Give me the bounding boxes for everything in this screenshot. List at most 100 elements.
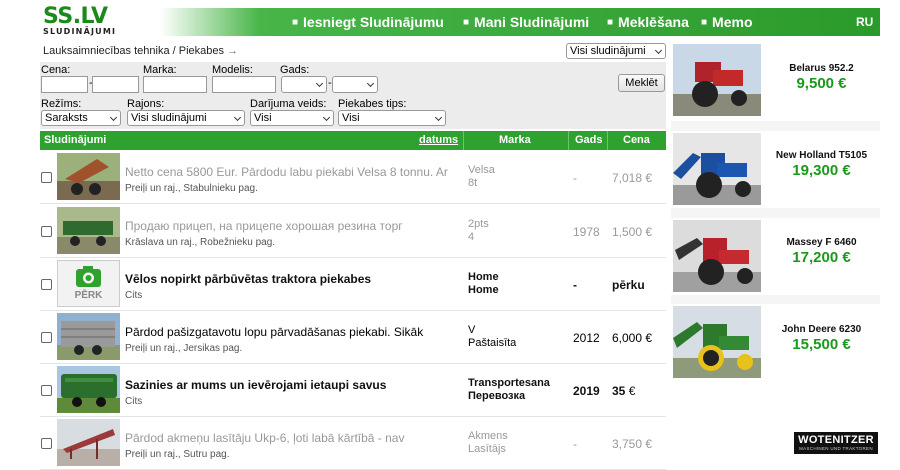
breadcrumb-path[interactable]: Lauksaimniecības tehnika / Piekabes — [43, 45, 224, 57]
listing-thumbnail[interactable] — [57, 366, 120, 413]
ad-title: Massey F 6460 — [786, 237, 857, 248]
no-photo-thumbnail[interactable]: PĒRK — [57, 260, 120, 307]
deal-type-select[interactable]: Visi — [250, 110, 334, 126]
row-checkbox[interactable] — [41, 385, 52, 396]
ad-tractor-image — [673, 220, 761, 292]
lang-switch-ru[interactable]: RU — [856, 15, 873, 29]
region-select[interactable]: Visi sludinājumi — [127, 110, 245, 126]
mode-select[interactable]: Saraksts — [41, 110, 121, 126]
model-line: Lasītājs — [468, 443, 506, 455]
listing-brand: V Paštaisīta — [468, 324, 516, 350]
listing-brand: 2pts 4 — [468, 218, 489, 244]
advertiser-logo[interactable]: WOTENITZER MASCHINEN UND TRAKTOREN — [794, 432, 878, 454]
price-min-input[interactable] — [41, 76, 88, 93]
listing-price: 7,018 € — [612, 171, 653, 185]
site-logo[interactable]: SS.LV SLUDINĀJUMI — [40, 4, 160, 36]
ad-tractor-2[interactable]: New Holland T5105 19,300 € — [671, 131, 880, 207]
logo-text: SS.LV — [43, 4, 108, 29]
price-max-input[interactable] — [92, 76, 139, 93]
model-line: 4 — [468, 231, 475, 243]
header-listings: Sludinājumi — [44, 134, 107, 146]
year-from-select[interactable] — [281, 76, 327, 93]
listing-price: 6,000 € — [612, 331, 653, 345]
search-button[interactable]: Meklēt — [618, 74, 665, 92]
listing-thumbnail[interactable] — [57, 313, 120, 360]
brand-input[interactable] — [143, 76, 207, 93]
listing-thumbnail[interactable] — [57, 153, 120, 200]
breadcrumb: Lauksaimniecības tehnika / Piekabes → — [43, 45, 238, 57]
advert-panel: ✕ i Belarus 952.2 9,500 € New Holland T5… — [671, 42, 880, 460]
row-checkbox[interactable] — [41, 332, 52, 343]
listing-title[interactable]: Pārdod pašizgatavotu lopu pārvadāšanas p… — [125, 325, 460, 339]
model-line: 8t — [468, 177, 478, 189]
listing-thumbnail[interactable] — [57, 419, 120, 466]
header-separator — [607, 131, 608, 150]
ad-tractor-1[interactable]: Belarus 952.2 9,500 € — [671, 42, 880, 118]
listing-price: pērku — [612, 278, 645, 292]
listing-price: 35 € — [612, 384, 635, 398]
model-line: Paštaisīta — [468, 337, 517, 349]
listing-brand: Home Home — [468, 271, 499, 297]
ad-tractor-image — [673, 306, 761, 378]
ad-price: 15,500 € — [792, 336, 851, 353]
listing-title[interactable]: Продаю прицеп, на прицепе хорошая резина… — [125, 219, 460, 233]
brand-line: V — [468, 324, 476, 336]
filter-panel: Cena: - Marka: Modelis: Gads: - Meklēt R… — [40, 62, 666, 129]
ad-tractor-image — [673, 44, 761, 116]
ad-price: 17,200 € — [792, 249, 851, 266]
listing-price: 3,750 € — [612, 437, 653, 451]
row-checkbox[interactable] — [41, 226, 52, 237]
listing-thumbnail[interactable] — [57, 207, 120, 254]
ad-tractor-4[interactable]: John Deere 6230 15,500 € — [671, 304, 880, 380]
table-row[interactable]: Pārdod pašizgatavotu lopu pārvadāšanas p… — [40, 311, 666, 364]
ad-tractor-3[interactable]: Massey F 6460 17,200 € — [671, 218, 880, 294]
listing-year: 2019 — [573, 384, 600, 398]
row-checkbox[interactable] — [41, 172, 52, 183]
breadcrumb-arrow-icon[interactable]: → — [227, 45, 238, 57]
listing-year: - — [573, 171, 577, 185]
listing-location: Preiļi un raj., Sutru pag. — [125, 449, 230, 460]
nav-submit-ad[interactable]: ■ Iesniegt Sludinājumu — [292, 14, 444, 30]
model-input[interactable] — [212, 76, 276, 93]
ad-price: 19,300 € — [792, 162, 851, 179]
sort-by-date-link[interactable]: datums — [419, 134, 458, 146]
price-value: 35 — [612, 384, 626, 398]
ad-title: Belarus 952.2 — [789, 63, 854, 74]
listing-title[interactable]: Vēlos nopirkt pārbūvētas traktora piekab… — [125, 272, 460, 286]
logo-subtitle: SLUDINĀJUMI — [43, 27, 117, 36]
mode-label: Režīms: — [41, 98, 82, 110]
site-header: SS.LV SLUDINĀJUMI ■ Iesniegt Sludinājumu … — [40, 4, 880, 36]
row-checkbox[interactable] — [41, 279, 52, 290]
view-filter-select[interactable]: Visi sludinājumi — [566, 43, 666, 59]
listing-brand: Transportesana Перевозка — [468, 377, 550, 403]
year-label: Gads: — [280, 64, 310, 76]
ad-price: 9,500 € — [796, 75, 847, 92]
row-checkbox[interactable] — [41, 438, 52, 449]
nav-memo[interactable]: ■ Memo — [701, 14, 753, 30]
brand-line: Transportesana — [468, 377, 550, 389]
table-row[interactable]: PĒRK Vēlos nopirkt pārbūvētas traktora p… — [40, 258, 666, 311]
listing-title[interactable]: Netto cena 5800 Eur. Pārdodu labu piekab… — [125, 165, 460, 179]
table-row[interactable]: Netto cena 5800 Eur. Pārdodu labu piekab… — [40, 151, 666, 204]
trailer-type-select[interactable]: Visi — [338, 110, 446, 126]
year-to-select[interactable] — [332, 76, 378, 93]
nav-my-ads[interactable]: ■ Mani Sludinājumi — [463, 14, 589, 30]
listing-location: Cits — [125, 290, 143, 301]
main-nav: ■ Iesniegt Sludinājumu ■ Mani Sludinājumi … — [160, 8, 880, 36]
brand-label: Marka: — [143, 64, 177, 76]
listing-location: Krāslava un raj., Robežnieku pag. — [125, 237, 276, 248]
header-price[interactable]: Cena — [623, 134, 650, 146]
header-year[interactable]: Gads — [575, 134, 603, 146]
listing-title[interactable]: Sazinies ar mums un ievērojami ietaupi s… — [125, 378, 460, 392]
brand-line: Velsa — [468, 164, 495, 176]
brand-line: Akmens — [468, 430, 508, 442]
table-row[interactable]: Продаю прицеп, на прицепе хорошая резина… — [40, 205, 666, 258]
table-row[interactable]: Sazinies ar mums un ievērojami ietaupi s… — [40, 364, 666, 417]
header-brand[interactable]: Marka — [499, 134, 531, 146]
advertiser-tagline: MASCHINEN UND TRAKTOREN — [799, 446, 873, 451]
nav-search[interactable]: ■ Meklēšana — [607, 14, 689, 30]
listing-year: 2012 — [573, 331, 600, 345]
listing-title[interactable]: Pārdod akmeņu lasītāju Ukp-6, ļoti labā … — [125, 431, 460, 445]
table-row[interactable]: Pārdod akmeņu lasītāju Ukp-6, ļoti labā … — [40, 417, 666, 470]
ad-tractor-image — [673, 133, 761, 205]
